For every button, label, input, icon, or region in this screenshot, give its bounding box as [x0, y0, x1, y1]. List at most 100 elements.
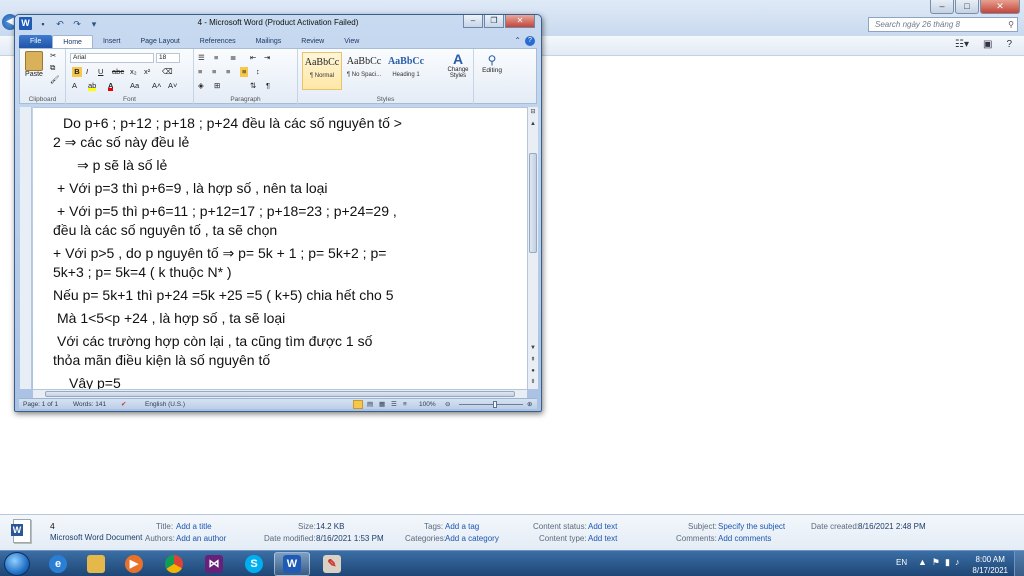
font-size-select[interactable]: 18 — [156, 53, 180, 63]
align-right-icon[interactable]: ≡ — [226, 67, 230, 77]
scroll-down-arrow[interactable]: ▼ — [528, 343, 538, 353]
numbering-icon[interactable]: ≡ — [214, 53, 218, 63]
multilevel-list-icon[interactable]: ≣ — [230, 53, 236, 63]
start-button[interactable] — [4, 552, 30, 576]
bullets-icon[interactable]: ☰ — [198, 53, 205, 63]
zoom-out-icon[interactable]: ⊖ — [445, 399, 450, 410]
tab-view[interactable]: View — [334, 35, 369, 48]
language-indicator[interactable]: EN — [896, 558, 907, 567]
minimize-ribbon-icon[interactable]: ⌃ — [514, 36, 521, 46]
tab-mailings[interactable]: Mailings — [246, 35, 292, 48]
increase-indent-icon[interactable]: ⇥ — [264, 53, 270, 63]
volume-icon[interactable]: ♪ — [955, 557, 960, 568]
clear-formatting-icon[interactable]: ⌫ — [162, 67, 173, 77]
document-page[interactable]: Do p+6 ; p+12 ; p+18 ; p+24 đều là các s… — [33, 108, 523, 389]
tab-review[interactable]: Review — [291, 35, 334, 48]
font-color-icon[interactable]: A — [108, 81, 114, 91]
tab-file[interactable]: File — [19, 35, 53, 48]
tags-value[interactable]: Add a tag — [445, 522, 479, 531]
taskbar-skype[interactable]: S — [236, 552, 272, 576]
title-value[interactable]: Add a title — [176, 522, 212, 531]
web-layout-icon[interactable]: ▦ — [379, 399, 385, 410]
next-page-icon[interactable]: ⇟ — [528, 377, 538, 387]
vertical-scrollbar[interactable]: ⊟ ▲ ▼ ⇞ ● ⇟ — [527, 107, 538, 389]
outline-icon[interactable]: ☰ — [391, 399, 397, 410]
preview-pane-icon[interactable]: ▣ — [983, 39, 992, 50]
subject-value[interactable]: Specify the subject — [718, 522, 785, 531]
font-name-select[interactable]: Arial — [70, 53, 154, 63]
save-icon[interactable]: ▪ — [37, 18, 49, 30]
full-screen-reading-icon[interactable]: ▤ — [367, 399, 373, 410]
taskbar-media-player[interactable]: ▶ — [116, 552, 152, 576]
taskbar-visual-studio[interactable]: ⋈ — [196, 552, 232, 576]
taskbar-word[interactable]: W — [274, 552, 310, 576]
zoom-slider-thumb[interactable] — [493, 401, 497, 408]
superscript-button[interactable]: x² — [144, 67, 150, 77]
text-effects-icon[interactable]: A — [72, 81, 77, 91]
clock[interactable]: 8:00 AM 8/17/2021 — [972, 554, 1008, 576]
style-heading-1[interactable]: AaBbCc Heading 1 — [386, 52, 426, 90]
network-icon[interactable]: ▮ — [945, 557, 950, 568]
style-normal[interactable]: AaBbCc ¶ Normal — [302, 52, 342, 90]
horizontal-scroll-thumb[interactable] — [45, 391, 515, 397]
justify-icon[interactable]: ≡ — [240, 67, 249, 77]
cut-icon[interactable]: ✂ — [50, 51, 56, 61]
comments-value[interactable]: Add comments — [718, 534, 771, 543]
document-area[interactable]: Do p+6 ; p+12 ; p+18 ; p+24 đều là các s… — [33, 107, 527, 389]
redo-icon[interactable]: ↷ — [71, 18, 83, 30]
taskbar-paint[interactable]: ✎ — [314, 552, 350, 576]
close-button[interactable]: ✕ — [505, 15, 535, 28]
change-view-icon[interactable]: ☷▾ — [955, 39, 969, 50]
help-icon[interactable]: ? — [1006, 39, 1012, 50]
highlight-icon[interactable]: ab — [88, 81, 97, 91]
decrease-indent-icon[interactable]: ⇤ — [250, 53, 256, 63]
content-type-value[interactable]: Add text — [588, 534, 617, 543]
taskbar-explorer[interactable] — [78, 552, 114, 576]
flag-icon[interactable]: ⚑ — [932, 557, 940, 568]
restore-button[interactable]: ❐ — [484, 15, 504, 28]
customize-qat-icon[interactable]: ▾ — [88, 18, 100, 30]
previous-page-icon[interactable]: ⇞ — [528, 355, 538, 365]
tab-page-layout[interactable]: Page Layout — [130, 35, 189, 48]
word-logo-icon[interactable]: W — [19, 17, 32, 30]
help-icon[interactable]: ? — [525, 36, 535, 46]
tab-insert[interactable]: Insert — [93, 35, 131, 48]
page-count[interactable]: Page: 1 of 1 — [23, 399, 58, 410]
horizontal-scrollbar[interactable] — [33, 389, 527, 398]
categories-value[interactable]: Add a category — [445, 534, 499, 543]
show-hidden-icons-icon[interactable]: ▲ — [918, 557, 927, 568]
authors-value[interactable]: Add an author — [176, 534, 226, 543]
show-desktop-button[interactable] — [1014, 551, 1024, 576]
shrink-font-icon[interactable]: A˅ — [168, 81, 177, 91]
change-styles-button[interactable]: A Change Styles — [444, 51, 472, 79]
word-count[interactable]: Words: 141 — [73, 399, 106, 410]
underline-button[interactable]: U — [98, 67, 103, 77]
language-status[interactable]: English (U.S.) — [145, 399, 185, 410]
align-center-icon[interactable]: ≡ — [212, 67, 216, 77]
tab-references[interactable]: References — [190, 35, 246, 48]
shading-icon[interactable]: ◈ — [198, 81, 204, 91]
show-formatting-icon[interactable]: ¶ — [266, 81, 270, 91]
taskbar-ie[interactable]: e — [40, 552, 76, 576]
strikethrough-button[interactable]: abc — [112, 67, 124, 77]
print-layout-icon[interactable] — [353, 400, 363, 409]
browse-object-icon[interactable]: ● — [528, 366, 538, 376]
style-no-spacing[interactable]: AaBbCc ¶ No Spaci... — [344, 52, 384, 90]
format-painter-icon[interactable]: 🖌 — [50, 75, 60, 85]
explorer-close-button[interactable]: ✕ — [980, 0, 1020, 14]
grow-font-icon[interactable]: A˄ — [152, 81, 161, 91]
paste-button[interactable]: Paste — [23, 51, 45, 78]
scroll-up-arrow[interactable]: ▲ — [528, 119, 538, 129]
taskbar-chrome[interactable] — [156, 552, 192, 576]
zoom-in-icon[interactable]: ⊕ — [527, 399, 532, 410]
minimize-button[interactable]: – — [463, 15, 483, 28]
sort-icon[interactable]: ⇅ — [250, 81, 256, 91]
content-status-value[interactable]: Add text — [588, 522, 617, 531]
explorer-minimize-button[interactable]: – — [930, 0, 954, 14]
draft-icon[interactable]: ≡ — [403, 399, 407, 410]
search-input[interactable]: Search ngày 26 tháng 8 ⚲ — [868, 17, 1018, 32]
change-case-icon[interactable]: Aa — [130, 81, 139, 91]
vertical-scroll-thumb[interactable] — [529, 153, 537, 253]
search-icon[interactable]: ⚲ — [1008, 18, 1014, 31]
tab-home[interactable]: Home — [52, 35, 93, 48]
